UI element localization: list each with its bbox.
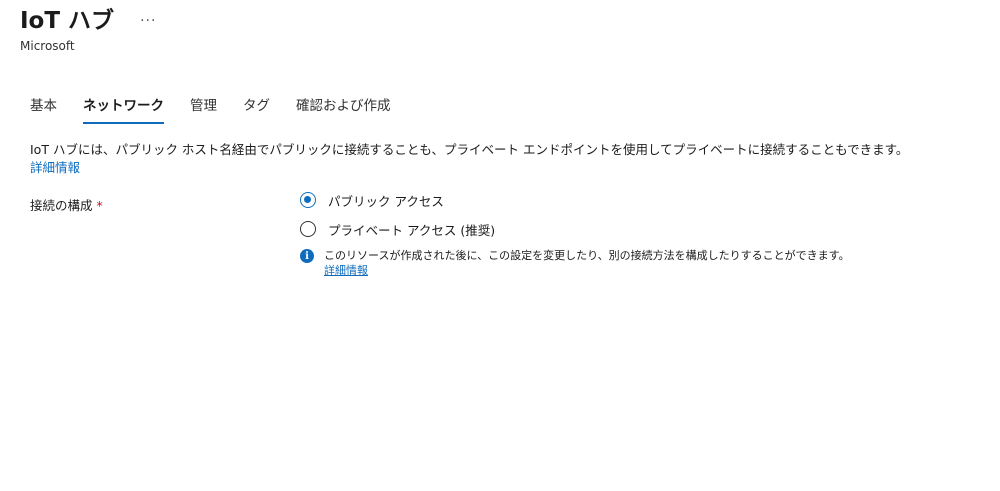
- radio-button-private[interactable]: [300, 221, 316, 237]
- more-actions-button[interactable]: ···: [140, 6, 156, 36]
- tab-bar: 基本 ネットワーク 管理 タグ 確認および作成: [30, 96, 417, 124]
- connectivity-label-text: 接続の構成: [30, 198, 93, 213]
- radio-label-public: パブリック アクセス: [328, 193, 444, 209]
- tab-networking[interactable]: ネットワーク: [83, 96, 164, 124]
- networking-description: IoT ハブには、パブリック ホスト名経由でパブリックに接続することも、プライベ…: [30, 141, 980, 177]
- tab-tags[interactable]: タグ: [243, 96, 270, 124]
- description-text: IoT ハブには、パブリック ホスト名経由でパブリックに接続することも、プライベ…: [30, 142, 909, 157]
- info-text-block: このリソースが作成された後に、この設定を変更したり、別の接続方法を構成したりする…: [324, 248, 850, 278]
- title-row: IoT ハブ ···: [20, 6, 156, 36]
- publisher-subtitle: Microsoft: [20, 39, 75, 53]
- required-asterisk: *: [96, 198, 103, 213]
- tab-review-create[interactable]: 確認および作成: [296, 96, 391, 124]
- info-text: このリソースが作成された後に、この設定を変更したり、別の接続方法を構成したりする…: [324, 249, 850, 262]
- radio-private-access[interactable]: プライベート アクセス (推奨): [300, 219, 850, 239]
- tab-management[interactable]: 管理: [190, 96, 217, 124]
- info-icon: i: [300, 249, 314, 263]
- radio-button-public[interactable]: [300, 192, 316, 208]
- radio-public-access[interactable]: パブリック アクセス: [300, 190, 850, 210]
- learn-more-link[interactable]: 詳細情報: [30, 159, 980, 177]
- tab-basics[interactable]: 基本: [30, 96, 57, 124]
- page-title: IoT ハブ: [20, 8, 115, 34]
- info-learn-more-link[interactable]: 詳細情報: [324, 264, 368, 277]
- connectivity-label: 接続の構成 *: [30, 195, 103, 214]
- info-message: i このリソースが作成された後に、この設定を変更したり、別の接続方法を構成したり…: [300, 248, 850, 278]
- connectivity-options: パブリック アクセス プライベート アクセス (推奨) i このリソースが作成さ…: [300, 190, 850, 278]
- radio-label-private: プライベート アクセス (推奨): [328, 222, 496, 238]
